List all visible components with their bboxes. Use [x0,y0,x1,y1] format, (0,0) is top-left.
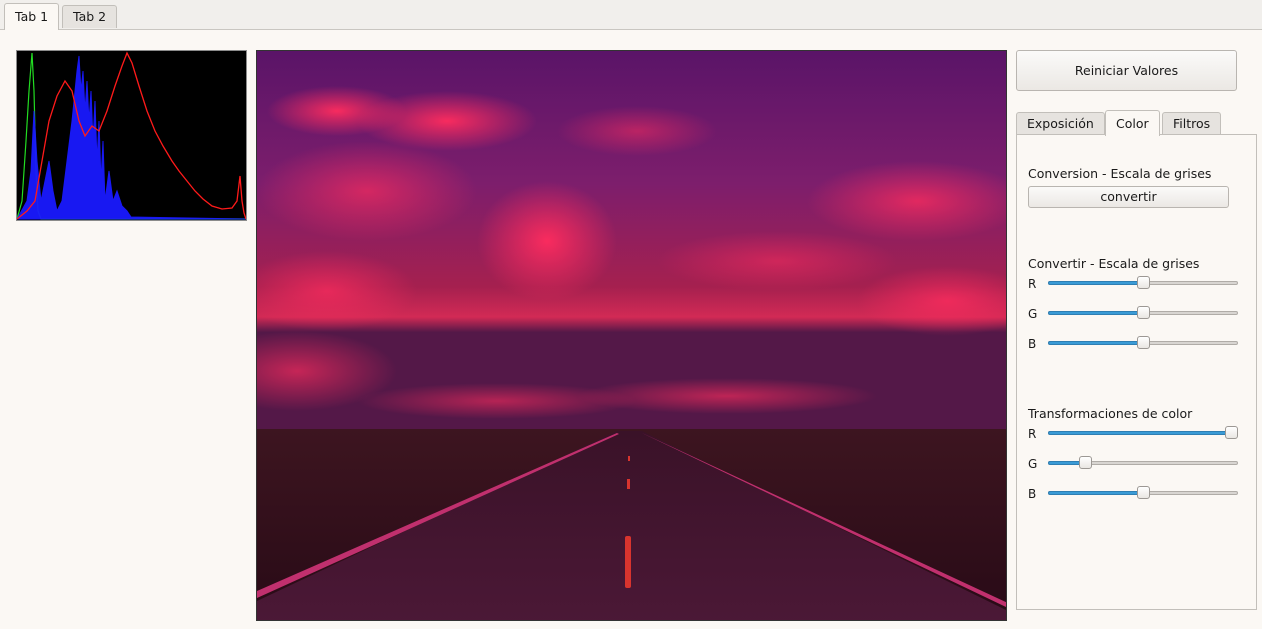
reset-values-button[interactable]: Reiniciar Valores [1016,50,1237,91]
grayscale-conversion-title: Conversion - Escala de grises [1028,166,1212,181]
tab-color[interactable]: Color [1105,110,1160,136]
tab-filtros[interactable]: Filtros [1162,112,1222,135]
gray-r-label: R [1028,277,1037,291]
main-tab-bar [0,0,1262,30]
gray-g-slider[interactable] [1048,305,1238,321]
tab-2[interactable]: Tab 2 [62,5,118,28]
transform-r-slider[interactable] [1048,425,1238,441]
convert-button[interactable]: convertir [1028,186,1229,208]
gray-r-slider[interactable] [1048,275,1238,291]
grayscale-weights-title: Convertir - Escala de grises [1028,256,1200,271]
gray-g-label: G [1028,307,1038,321]
transform-g-label: G [1028,457,1038,471]
gray-b-label: B [1028,337,1037,351]
transform-b-slider[interactable] [1048,485,1238,501]
gray-b-slider[interactable] [1048,335,1238,351]
tab-exposicion[interactable]: Exposición [1016,112,1105,135]
color-transform-title: Transformaciones de color [1028,406,1193,421]
transform-b-label: B [1028,487,1037,501]
image-preview [256,50,1007,621]
tab-1[interactable]: Tab 1 [4,3,60,30]
transform-g-slider[interactable] [1048,455,1238,471]
histogram-chart [16,50,247,221]
transform-r-label: R [1028,427,1037,441]
histogram-blue-channel [17,55,246,220]
